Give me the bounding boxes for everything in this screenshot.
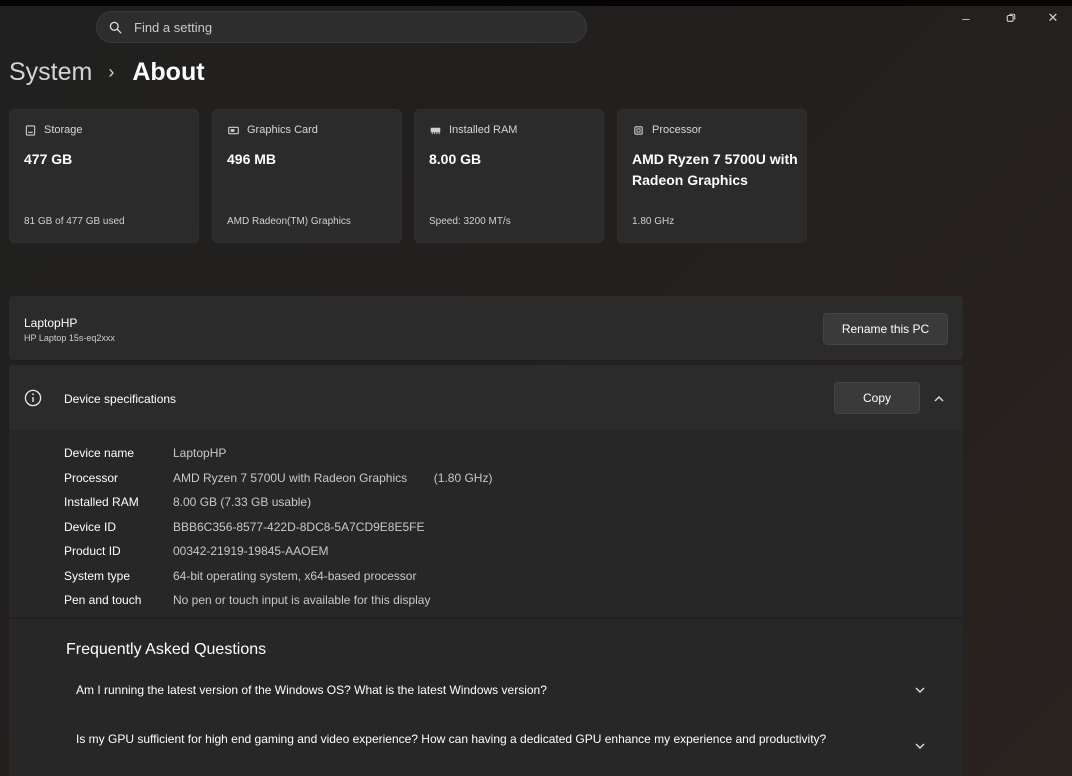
close-button[interactable]: ✕ (1043, 8, 1063, 28)
page-title: About (132, 58, 205, 86)
spec-value: No pen or touch input is available for t… (173, 593, 431, 608)
restore-icon (1006, 13, 1016, 22)
device-specifications-label: Device specifications (64, 392, 177, 406)
rename-pc-button[interactable]: Rename this PC (823, 313, 948, 345)
spec-key: Product ID (64, 544, 121, 559)
minimize-icon: – (962, 10, 970, 26)
spec-value: LaptopHP (173, 446, 227, 461)
storage-icon (25, 124, 36, 136)
card-label: Storage (44, 124, 83, 136)
divider (9, 618, 963, 619)
spec-value: 64-bit operating system, x64-based proce… (173, 568, 417, 583)
spec-key: Device name (64, 446, 135, 461)
storage-card[interactable]: Storage 477 GB 81 GB of 477 GB used (9, 109, 199, 243)
card-header: Installed RAM (430, 124, 517, 136)
close-icon: ✕ (1047, 10, 1059, 25)
processor-card[interactable]: Processor AMD Ryzen 7 5700U with Radeon … (617, 109, 807, 243)
card-label: Processor (652, 124, 702, 136)
card-detail: 1.80 GHz (632, 216, 675, 227)
title-bar-strip (0, 0, 1072, 6)
search-input[interactable] (134, 19, 554, 35)
card-label: Installed RAM (449, 124, 518, 136)
spec-value: BBB6C356-8577-422D-8DC8-5A7CD9E8E5FE (173, 519, 425, 534)
processor-icon (634, 125, 643, 135)
faq-title: Frequently Asked Questions (66, 641, 267, 658)
specs-list: Device name LaptopHP Processor AMD Ryzen… (64, 441, 492, 613)
spec-row: Pen and touch No pen or touch input is a… (64, 588, 492, 613)
spec-row: Device ID BBB6C356-8577-422D-8DC8-5A7CD9… (64, 515, 492, 540)
chevron-down-icon[interactable] (913, 685, 927, 695)
spec-row: Installed RAM 8.00 GB (7.33 GB usable) (64, 490, 492, 515)
breadcrumb-parent[interactable]: System (9, 58, 92, 87)
card-header: Storage (25, 124, 83, 136)
faq-item-latest-windows[interactable]: Am I running the latest version of the W… (76, 681, 896, 699)
minimize-button[interactable]: – (956, 8, 976, 28)
breadcrumb-separator-icon: › (108, 62, 115, 82)
spec-row: Processor AMD Ryzen 7 5700U with Radeon … (64, 466, 492, 491)
spec-key: Pen and touch (64, 593, 142, 608)
faq-item-gpu[interactable]: Is my GPU sufficient for high end gaming… (76, 730, 906, 748)
card-header: Graphics Card (228, 124, 318, 136)
card-detail: AMD Radeon(TM) Graphics (227, 216, 351, 227)
graphics-card-icon (228, 126, 239, 134)
card-value: AMD Ryzen 7 5700U with Radeon Graphics (632, 151, 798, 188)
installed-ram-card[interactable]: Installed RAM 8.00 GB Speed: 3200 MT/s (414, 109, 604, 243)
restore-button[interactable] (1001, 8, 1021, 28)
pc-model: HP Laptop 15s-eq2xxx (24, 333, 115, 343)
chevron-up-icon[interactable] (929, 391, 949, 407)
spec-row: Device name LaptopHP (64, 441, 492, 466)
info-icon (24, 389, 42, 407)
card-value: 8.00 GB (429, 151, 482, 167)
search-icon (109, 21, 122, 33)
copy-button[interactable]: Copy (834, 382, 920, 414)
spec-value: 00342-21919-19845-AAOEM (173, 544, 329, 559)
breadcrumb: System › About (9, 58, 205, 87)
spec-key: System type (64, 568, 131, 583)
spec-row: System type 64-bit operating system, x64… (64, 564, 492, 589)
ram-icon (430, 127, 441, 134)
card-header: Processor (633, 124, 702, 136)
settings-window: – ✕ System › About Storage 477 GB 81 GB … (0, 0, 1072, 776)
chevron-down-icon[interactable] (913, 741, 927, 751)
search-box[interactable] (96, 11, 587, 43)
spec-key: Installed RAM (64, 495, 139, 510)
spec-key: Device ID (64, 519, 117, 534)
graphics-card-card[interactable]: Graphics Card 496 MB AMD Radeon(TM) Grap… (212, 109, 402, 243)
card-detail: 81 GB of 477 GB used (24, 216, 125, 227)
card-value: 477 GB (24, 151, 73, 167)
card-value: 496 MB (227, 151, 277, 167)
spec-value: AMD Ryzen 7 5700U with Radeon Graphics (… (173, 470, 493, 485)
card-label: Graphics Card (247, 124, 318, 136)
spec-key: Processor (64, 470, 119, 485)
spec-row: Product ID 00342-21919-19845-AAOEM (64, 539, 492, 564)
pc-name-row: LaptopHP HP Laptop 15s-eq2xxx Rename thi… (9, 296, 963, 360)
pc-name: LaptopHP (24, 316, 78, 330)
card-detail: Speed: 3200 MT/s (429, 216, 511, 227)
device-specifications-header[interactable]: Device specifications Copy (9, 365, 963, 430)
spec-value: 8.00 GB (7.33 GB usable) (173, 495, 312, 510)
device-specifications-panel: Device specifications Copy Device name L… (9, 365, 963, 776)
